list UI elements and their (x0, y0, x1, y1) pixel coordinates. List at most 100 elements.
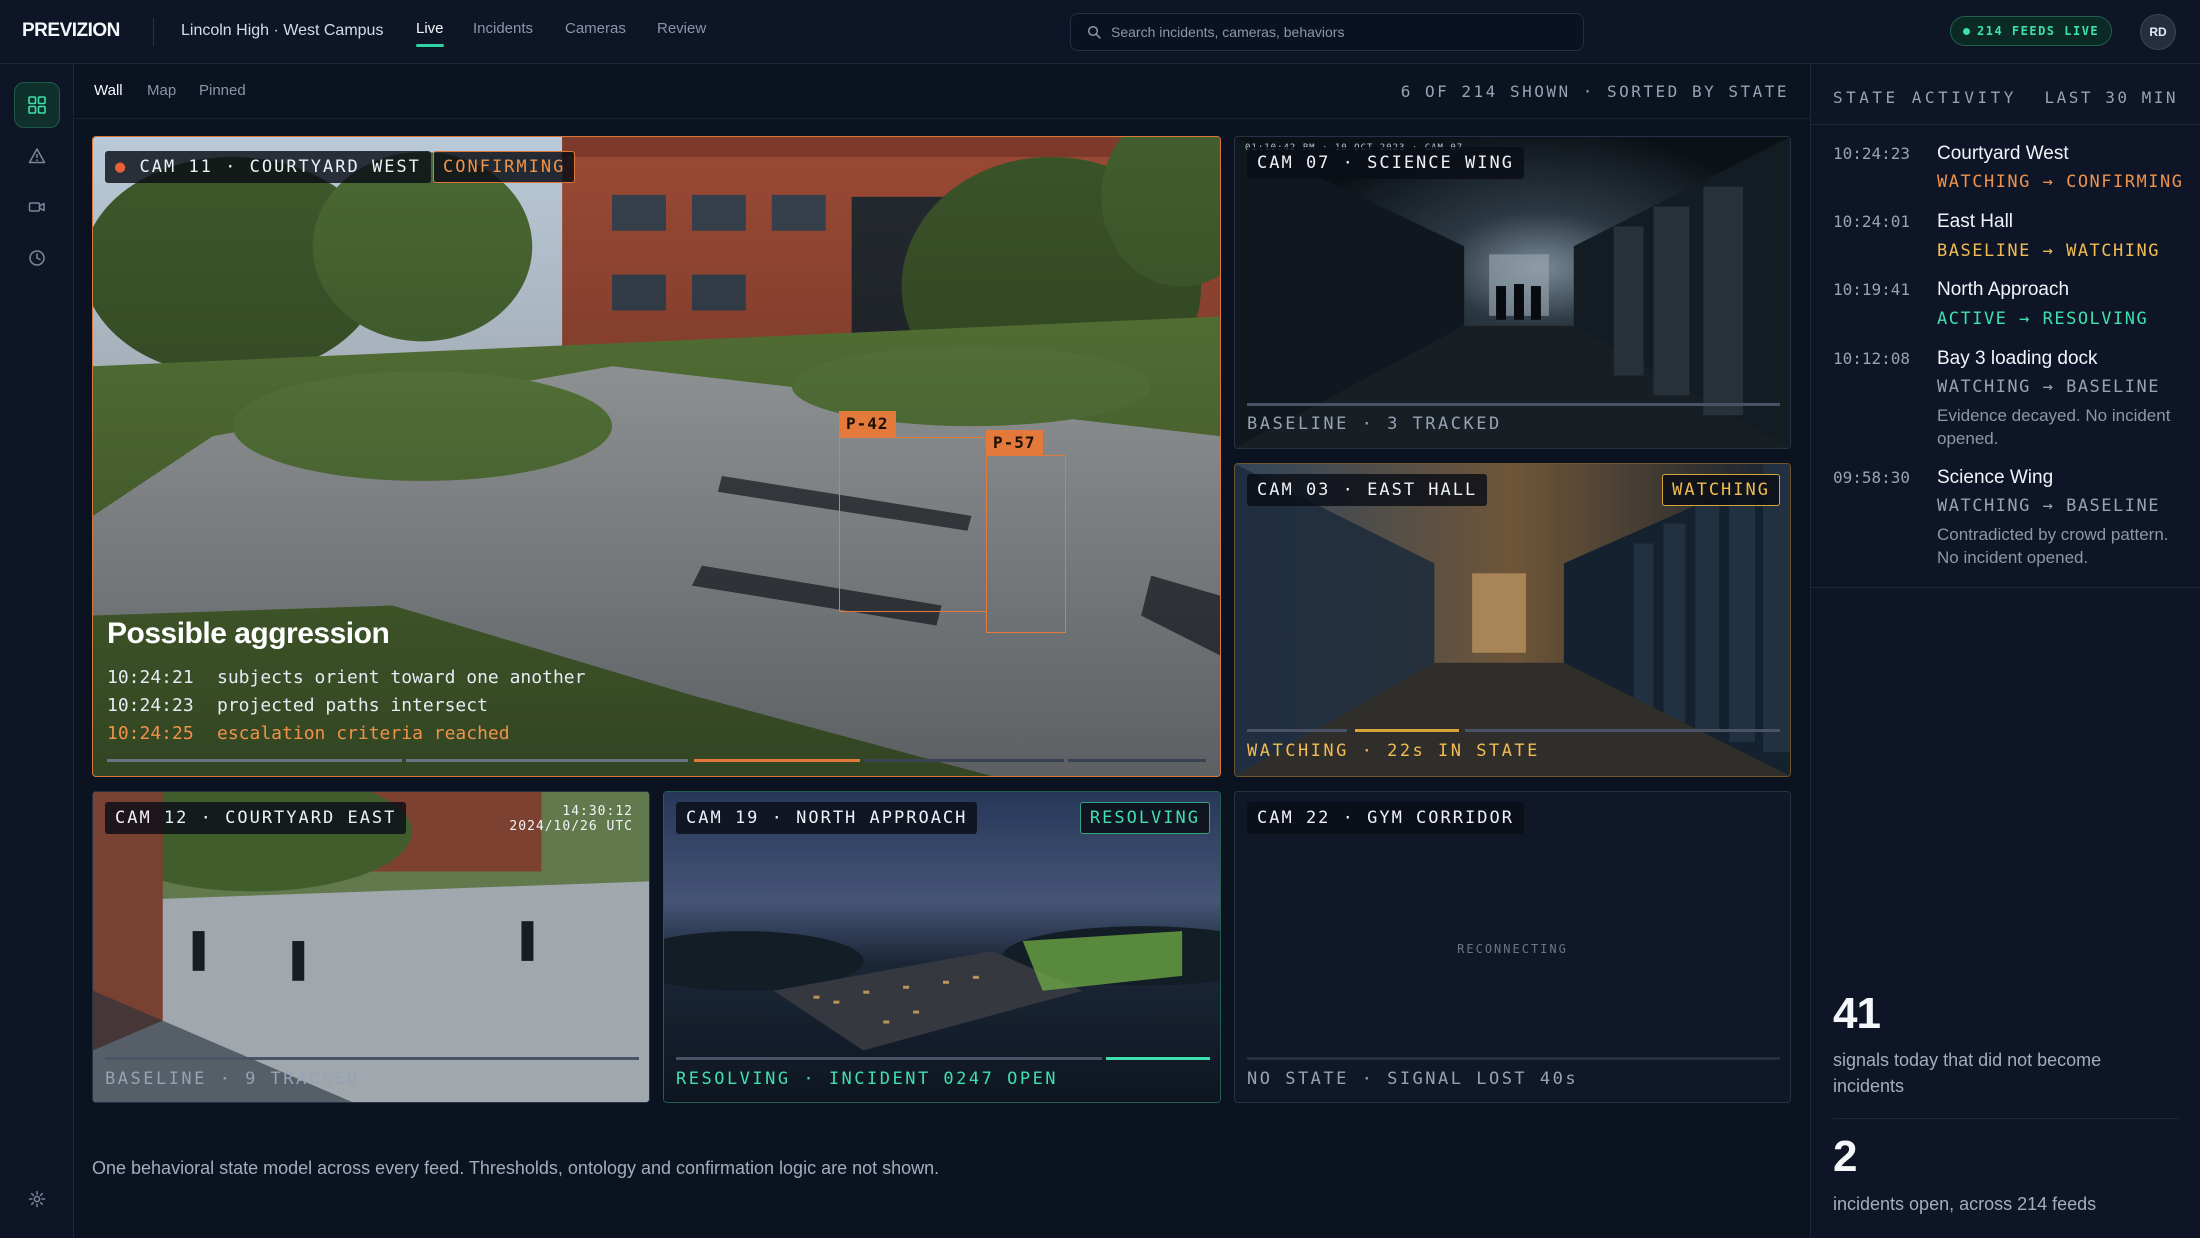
settings-icon (28, 1190, 46, 1208)
tracking-box (986, 455, 1066, 633)
feeds-live-badge: 214 FEEDS LIVE (1950, 16, 2113, 46)
state-activity-panel: STATE ACTIVITY LAST 30 MIN 10:24:23 Cour… (1810, 64, 2200, 1238)
divider (74, 118, 1810, 119)
activity-transition: BASELINE → WATCHING (1937, 241, 2160, 261)
camera-feed-image (1235, 137, 1790, 448)
search-box[interactable] (1070, 13, 1584, 51)
timeline-segment (1247, 403, 1780, 406)
camera-tile-cam12[interactable]: CAM 12 · COURTYARD EAST 14:30:12 2024/10… (92, 791, 650, 1103)
video-icon (28, 202, 45, 212)
detection-headline: Possible aggression (107, 617, 390, 650)
track-tag: P-57 (986, 430, 1043, 456)
user-avatar[interactable]: RD (2140, 14, 2176, 50)
brand-logo[interactable]: PREVIZION (22, 20, 120, 42)
camera-tile-cam11[interactable]: ● CAM 11 · COURTYARD WEST CONFIRMING P-4… (92, 136, 1221, 777)
timeline-segment (1247, 1057, 1780, 1060)
timeline-segment-active (1355, 729, 1459, 732)
tracking-box (839, 437, 987, 612)
timeline-segment-active (694, 759, 860, 762)
tab-pinned[interactable]: Pinned (199, 82, 246, 99)
campus-selector[interactable]: Lincoln High · West Campus (181, 22, 383, 40)
camera-label: CAM 03 · EAST HALL (1247, 474, 1488, 506)
camera-label: CAM 22 · GYM CORRIDOR (1247, 802, 1524, 834)
timeline-segment (406, 759, 688, 762)
live-dot-icon (1963, 28, 1970, 35)
activity-place: Science Wing (1937, 467, 2054, 488)
camera-label: CAM 12 · COURTYARD EAST (105, 802, 407, 834)
camera-feed-image (93, 792, 649, 1102)
rail-wall-button[interactable] (14, 82, 60, 128)
tile-footer-status: NO STATE · SIGNAL LOST 40s (1247, 1069, 1579, 1089)
stat-value: 41 (1833, 989, 1881, 1038)
camera-label: ● CAM 11 · COURTYARD WEST (105, 151, 431, 183)
activity-note: Contradicted by crowd pattern. No incide… (1937, 525, 2169, 567)
activity-place: East Hall (1937, 211, 2014, 232)
camera-tile-cam03[interactable]: CAM 03 · EAST HALL WATCHING WATCHING · 2… (1234, 463, 1791, 777)
camera-tile-cam19[interactable]: CAM 19 · NORTH APPROACH RESOLVING RESOLV… (663, 791, 1221, 1103)
timeline-segment (864, 759, 1064, 762)
state-badge-confirming: CONFIRMING (433, 151, 576, 183)
camera-label: CAM 07 · SCIENCE WING (1247, 147, 1524, 179)
event-log-row: 10:24:23 projected paths intersect (107, 695, 488, 716)
timeline-segment (1465, 729, 1780, 732)
left-rail (0, 64, 74, 1238)
nav-incidents[interactable]: Incidents (473, 20, 533, 37)
activity-time: 10:12:08 (1833, 349, 1911, 368)
camera-timestamp: 14:30:12 2024/10/26 UTC (509, 804, 633, 834)
tile-footer-status: WATCHING · 22s IN STATE (1247, 741, 1540, 761)
activity-transition: ACTIVE → RESOLVING (1937, 309, 2149, 329)
tab-wall[interactable]: Wall (94, 82, 123, 99)
rail-alerts-button[interactable] (14, 133, 60, 179)
top-bar: PREVIZION Lincoln High · West Campus Liv… (0, 0, 2200, 64)
tab-map[interactable]: Map (147, 82, 176, 99)
timeline-segment (105, 1057, 639, 1060)
stat-label: incidents open, across 214 feeds (1833, 1194, 2097, 1214)
rail-history-button[interactable] (14, 235, 60, 281)
nav-live[interactable]: Live (416, 20, 444, 37)
activity-time: 10:24:01 (1833, 212, 1911, 231)
stat-value: 2 (1833, 1132, 1858, 1181)
rail-settings-button[interactable] (14, 1176, 60, 1222)
divider (1811, 124, 2200, 125)
activity-place: Courtyard West (1937, 143, 2069, 164)
time-range-selector[interactable]: LAST 30 MIN (2045, 88, 2178, 107)
panel-title: STATE ACTIVITY (1833, 88, 2017, 107)
feeds-live-label: 214 FEEDS LIVE (1977, 24, 2100, 38)
divider (1833, 1118, 2179, 1119)
activity-time: 09:58:30 (1833, 468, 1911, 487)
divider (1811, 587, 2200, 588)
nav-active-indicator (416, 44, 444, 47)
reconnecting-status: RECONNECTING (1457, 942, 1568, 956)
event-log-row: 10:24:25 escalation criteria reached (107, 723, 510, 744)
state-badge-resolving: RESOLVING (1079, 802, 1210, 834)
event-log-row: 10:24:21 subjects orient toward one anoth… (107, 667, 586, 688)
activity-transition: WATCHING → BASELINE (1937, 496, 2160, 516)
timeline-segment (676, 1057, 1102, 1060)
timeline-segment (1247, 729, 1347, 732)
nav-cameras[interactable]: Cameras (565, 20, 626, 37)
feed-count-status: 6 OF 214 SHOWN · SORTED BY STATE (1400, 82, 1789, 101)
search-input[interactable] (1111, 14, 1571, 50)
state-badge-watching: WATCHING (1662, 474, 1780, 506)
activity-place: North Approach (1937, 279, 2070, 300)
stat-label: signals today that did not become incide… (1833, 1050, 2102, 1096)
camera-tile-cam22[interactable]: CAM 22 · GYM CORRIDOR RECONNECTING NO ST… (1234, 791, 1791, 1103)
rail-cameras-button[interactable] (14, 184, 60, 230)
tile-footer-status: BASELINE · 3 TRACKED (1247, 414, 1502, 434)
timeline-segment (1068, 759, 1206, 762)
timeline-segment-active (1106, 1057, 1210, 1060)
camera-label: CAM 19 · NORTH APPROACH (676, 802, 978, 834)
activity-note: Evidence decayed. No incident opened. (1937, 406, 2171, 448)
alert-triangle-icon (28, 148, 46, 164)
nav-review[interactable]: Review (657, 20, 706, 37)
grid-icon (28, 96, 46, 114)
divider (153, 18, 154, 46)
camera-tile-cam07[interactable]: 01:10:42 PM · 10 OCT 2023 · CAM 07 CAM 0… (1234, 136, 1791, 449)
track-tag: P-42 (839, 411, 896, 437)
activity-transition: WATCHING → BASELINE (1937, 377, 2160, 397)
timeline-segment (107, 759, 402, 762)
wall-caption: One behavioral state model across every … (92, 1158, 940, 1178)
clock-icon (29, 250, 45, 266)
camera-feed-image (664, 792, 1220, 1102)
search-icon (1087, 25, 1101, 39)
